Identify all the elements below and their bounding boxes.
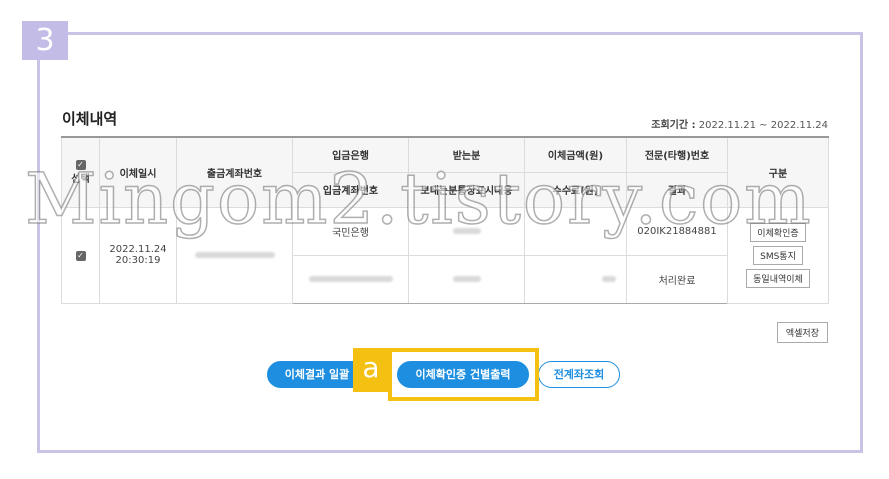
from-account-cell [176,206,293,304]
select-header: ✓ 선택 [61,136,100,208]
masked-fee [602,275,616,282]
masked-recipient [452,227,481,234]
select-all-checkbox[interactable]: ✓ [75,160,86,171]
to-account-cell [292,254,409,304]
annotation-badge: a [353,348,389,392]
display-text-header: 보내는분통장표시내용 [408,171,525,208]
recipient-header: 받는분 [408,136,525,173]
result-cell: 처리완료 [626,254,728,304]
excel-save-button[interactable]: 엑셀저장 [776,322,828,343]
row-select-cell: ✓ [61,206,100,304]
masked-to-account [308,275,393,282]
from-account-header: 출금계좌번호 [176,136,293,208]
transfer-date: 2022.11.24 [109,244,167,255]
message-no-header: 전문(타행)번호 [626,136,728,173]
all-accounts-button[interactable]: 전계좌조회 [538,361,620,388]
result-header: 결과 [626,171,728,208]
sms-notify-button[interactable]: SMS통지 [753,245,803,265]
fee-cell [524,254,627,304]
bank-cell: 국민은행 [292,206,409,256]
bank-header: 입금은행 [292,136,409,173]
row-checkbox[interactable]: ✓ [75,250,86,261]
transfer-certificate-button[interactable]: 이체확인증 [750,222,806,242]
datetime-header: 이체일시 [99,136,177,208]
select-header-label: 선택 [71,174,90,186]
category-cell: 이체확인증 SMS통지 동일내역이체 [727,206,829,304]
datetime-cell: 2022.11.24 20:30:19 [99,206,177,304]
period-display: 조회기간 : 2022.11.21 ~ 2022.11.24 [651,116,828,131]
transfer-time: 20:30:19 [115,255,161,266]
message-no-cell: 020IK21884881 [626,206,728,256]
amount-header: 이체금액(원) [524,136,627,173]
batch-result-print-button[interactable]: 이체결과 일괄 [267,361,367,388]
period-label: 조회기간 : [651,120,696,131]
amount-cell [524,206,627,256]
display-text-cell [408,254,525,304]
category-header: 구분 [727,136,829,208]
step-number-badge: 3 [22,21,68,60]
period-value: 2022.11.21 ~ 2022.11.24 [698,120,828,131]
highlight-box [388,348,539,401]
table-row: ✓ 2022.11.24 20:30:19 국민은행 020IK21884881… [61,206,829,304]
fee-header: 수수료(원) [524,171,627,208]
repeat-transfer-button[interactable]: 동일내역이체 [746,268,810,288]
section-title: 이체내역 [62,110,118,128]
masked-from-account [194,251,275,258]
recipient-cell [408,206,525,256]
to-account-header: 입금계좌번호 [292,171,409,208]
transfer-history-table: ✓ 선택 이체일시 출금계좌번호 입금은행 받는분 이체금액(원) 전문(타행)… [61,136,829,304]
masked-display-text [452,275,481,282]
